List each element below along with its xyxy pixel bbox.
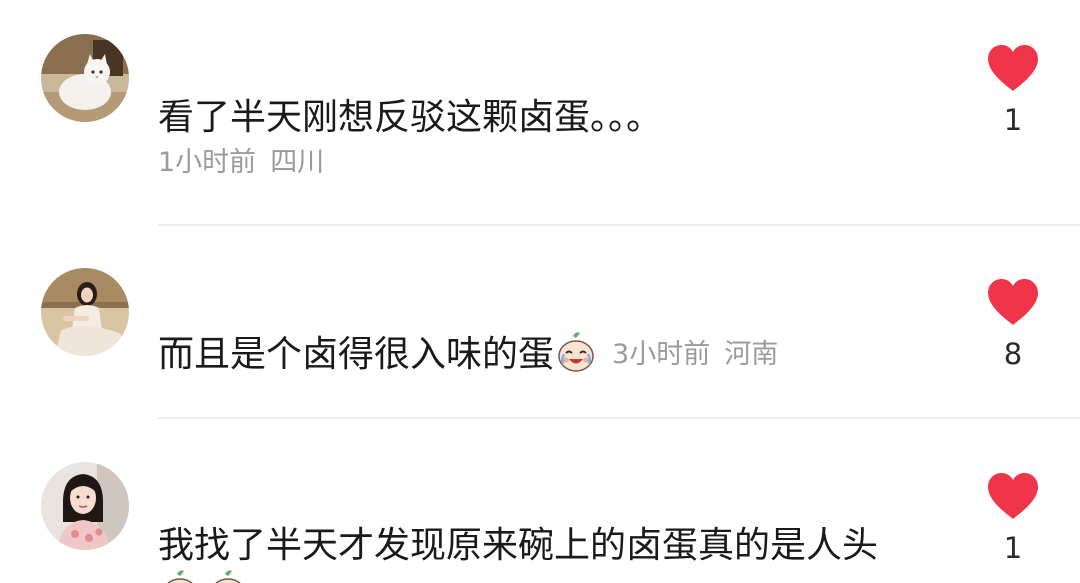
like-button[interactable] bbox=[986, 472, 1040, 522]
comment-text: 看了半天刚想反驳这颗卤蛋。。。 bbox=[158, 96, 662, 140]
crying-laughing-egg-emoji bbox=[554, 330, 598, 374]
comment-feed: 看了半天刚想反驳这颗卤蛋。。。 1小时前 四川 1 而且是个卤得很入味的蛋 3小… bbox=[0, 0, 1080, 583]
avatar-white-cat-photo bbox=[41, 34, 129, 122]
divider bbox=[158, 417, 1080, 419]
comment-text: 而且是个卤得很入味的蛋 3小时前 河南 bbox=[158, 330, 778, 377]
egg-emoji-icon bbox=[215, 570, 241, 583]
user-avatar[interactable] bbox=[41, 462, 129, 550]
crying-laughing-egg-emoji bbox=[158, 568, 202, 583]
like-button[interactable] bbox=[986, 278, 1040, 328]
like-area: 1 bbox=[986, 44, 1040, 140]
comment-location: 四川 bbox=[270, 147, 325, 178]
comment-time: 3小时前 bbox=[612, 339, 711, 370]
user-avatar[interactable] bbox=[41, 34, 129, 122]
like-count: 1 bbox=[1003, 531, 1023, 565]
like-count: 8 bbox=[1003, 337, 1023, 371]
like-button[interactable] bbox=[986, 44, 1040, 94]
avatar-woman-portrait-photo bbox=[41, 462, 129, 550]
heart-icon bbox=[988, 279, 1038, 325]
crying-laughing-egg-emoji bbox=[206, 568, 250, 583]
divider bbox=[158, 224, 1080, 226]
comment-content: 而且是个卤得很入味的蛋 bbox=[158, 334, 555, 375]
comment-content: 我找了半天才发现原来碗上的卤蛋真的是人头 bbox=[158, 525, 879, 566]
like-area: 1 bbox=[986, 472, 1040, 568]
comment-text: 我找了半天才发现原来碗上的卤蛋真的是人头 bbox=[158, 524, 878, 568]
comment-meta: 3小时前 河南 bbox=[612, 333, 778, 377]
comment-meta: 1小时前 四川 bbox=[158, 146, 324, 180]
egg-emoji-icon bbox=[558, 332, 594, 372]
user-avatar[interactable] bbox=[41, 268, 129, 356]
like-area: 8 bbox=[986, 278, 1040, 374]
comment-location: 河南 bbox=[724, 339, 779, 370]
avatar-woman-sitting-photo bbox=[41, 268, 129, 356]
comment-time: 1小时前 bbox=[158, 147, 257, 178]
emoji-row bbox=[158, 568, 250, 583]
heart-icon bbox=[988, 473, 1038, 519]
like-count: 1 bbox=[1003, 103, 1023, 137]
heart-icon bbox=[988, 45, 1038, 91]
comment-content: 看了半天刚想反驳这颗卤蛋。。。 bbox=[158, 97, 663, 138]
egg-emoji-icon bbox=[167, 570, 193, 583]
